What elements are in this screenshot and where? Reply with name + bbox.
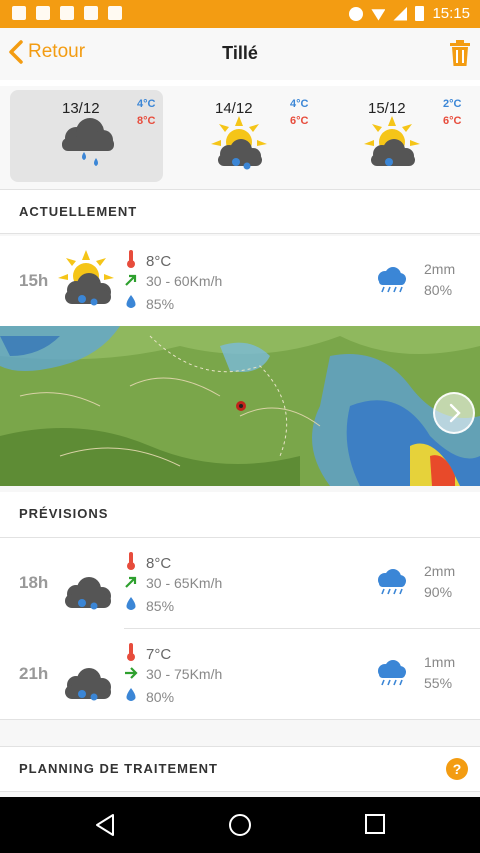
day-min-temp: 4°C xyxy=(137,98,156,110)
trash-icon xyxy=(450,40,470,66)
temperature-value: 7°C xyxy=(146,645,172,663)
thermometer-icon xyxy=(124,643,138,665)
day-card[interactable]: 14/12 4°C 6°C xyxy=(163,90,316,182)
wind-arrow-icon xyxy=(124,273,138,289)
wind: 30 - 60Km/h xyxy=(124,273,222,289)
page-title: Tillé xyxy=(222,43,258,63)
rain-cloud-icon xyxy=(378,267,406,293)
rain-cloud-icon xyxy=(378,660,406,686)
notification-icon xyxy=(60,6,74,20)
home-nav-icon[interactable] xyxy=(228,813,252,837)
rain-amount: 1mm xyxy=(424,654,456,670)
recents-nav-icon[interactable] xyxy=(364,813,386,835)
notification-icon xyxy=(12,6,26,20)
day-card[interactable]: 13/12 4°C 8°C xyxy=(10,90,163,182)
signal-icon xyxy=(393,6,408,21)
forecast-row: 18h 8°C 30 - 65Km/h 85% 2mm 90% xyxy=(0,538,480,628)
day-max-temp: 6°C xyxy=(443,115,462,127)
day-min-temp: 4°C xyxy=(290,98,309,110)
day-date: 14/12 xyxy=(215,100,253,117)
thermometer-icon xyxy=(124,250,138,272)
map-next-button[interactable] xyxy=(433,392,475,434)
current-section-header: ACTUELLEMENT xyxy=(0,190,480,234)
radar-map[interactable] xyxy=(0,326,480,486)
notification-icon xyxy=(36,6,50,20)
rain-probability: 90% xyxy=(424,584,453,600)
help-button[interactable]: ? xyxy=(446,758,468,780)
wifi-icon xyxy=(371,9,386,21)
back-nav-icon[interactable] xyxy=(94,813,116,837)
forecast-section-header: PRÉVISIONS xyxy=(0,492,480,538)
moon-cloud-rain-icon xyxy=(62,647,111,701)
day-max-temp: 6°C xyxy=(290,115,309,127)
temperature: 8°C xyxy=(124,552,171,574)
drop-icon xyxy=(124,688,138,705)
notification-icon xyxy=(84,6,98,20)
moon-cloud-rain-icon xyxy=(62,556,111,610)
temperature: 7°C xyxy=(124,643,171,665)
planning-section-header[interactable]: PLANNING DE TRAITEMENT xyxy=(0,746,480,792)
forecast-hour: 21h xyxy=(19,664,49,683)
temperature: 8°C xyxy=(124,250,171,272)
day-min-temp: 2°C xyxy=(443,98,462,110)
day-card[interactable]: 15/12 2°C 6°C xyxy=(316,90,469,182)
radar-map-image xyxy=(0,326,480,486)
cloud-rain-icon xyxy=(62,118,114,166)
status-bar: 15:15 xyxy=(0,0,480,28)
forecast-row: 21h 7°C 30 - 75Km/h 80% 1mm 55% xyxy=(0,629,480,719)
do-not-disturb-icon xyxy=(349,6,364,21)
rain-amount: 2mm xyxy=(424,563,456,579)
rain-amount: 2mm xyxy=(424,261,456,277)
navigation-bar xyxy=(0,797,480,853)
rain-probability: 80% xyxy=(424,282,453,298)
rain-cloud-icon xyxy=(378,569,406,595)
wind-value: 30 - 65Km/h xyxy=(146,575,223,591)
wind-value: 30 - 75Km/h xyxy=(146,666,223,682)
day-date: 15/12 xyxy=(368,100,406,117)
temperature-value: 8°C xyxy=(146,554,172,572)
drop-icon xyxy=(124,597,138,614)
notification-icon xyxy=(108,6,122,20)
thermometer-icon xyxy=(124,552,138,574)
delete-button[interactable] xyxy=(450,40,470,71)
humidity: 80% xyxy=(124,688,174,705)
sun-cloud-rain-icon xyxy=(364,116,420,166)
chevron-right-icon xyxy=(449,403,461,423)
temperature-value: 8°C xyxy=(146,252,172,270)
wind: 30 - 65Km/h xyxy=(124,575,222,591)
drop-icon xyxy=(124,295,138,312)
section-title: PRÉVISIONS xyxy=(19,506,109,521)
sun-cloud-rain-icon xyxy=(58,250,114,306)
wind-arrow-icon xyxy=(124,575,138,591)
section-title: PLANNING DE TRAITEMENT xyxy=(19,761,218,776)
humidity-value: 80% xyxy=(146,688,175,705)
rain-probability: 55% xyxy=(424,675,453,691)
humidity: 85% xyxy=(124,597,174,614)
humidity: 85% xyxy=(124,295,174,312)
wind: 30 - 75Km/h xyxy=(124,666,222,682)
section-title: ACTUELLEMENT xyxy=(19,204,138,219)
forecast-hour: 18h xyxy=(19,573,49,592)
humidity-value: 85% xyxy=(146,295,175,312)
day-selector: 13/12 4°C 8°C 14/12 4°C 6°C 15/12 2°C 6°… xyxy=(0,86,480,190)
app-header: Retour Tillé xyxy=(0,28,480,80)
battery-icon xyxy=(415,6,425,21)
wind-arrow-icon xyxy=(124,666,138,682)
status-time: 15:15 xyxy=(432,5,470,22)
wind-value: 30 - 60Km/h xyxy=(146,273,223,289)
current-weather-row: 15h 8°C 30 - 60Km/h 85% 2mm 80% xyxy=(0,236,480,326)
day-date: 13/12 xyxy=(62,100,100,117)
day-max-temp: 8°C xyxy=(137,115,156,127)
sun-cloud-rain-icon xyxy=(211,116,267,170)
notification-icons xyxy=(12,6,122,20)
forecast-hour: 15h xyxy=(19,271,49,290)
humidity-value: 85% xyxy=(146,597,175,614)
